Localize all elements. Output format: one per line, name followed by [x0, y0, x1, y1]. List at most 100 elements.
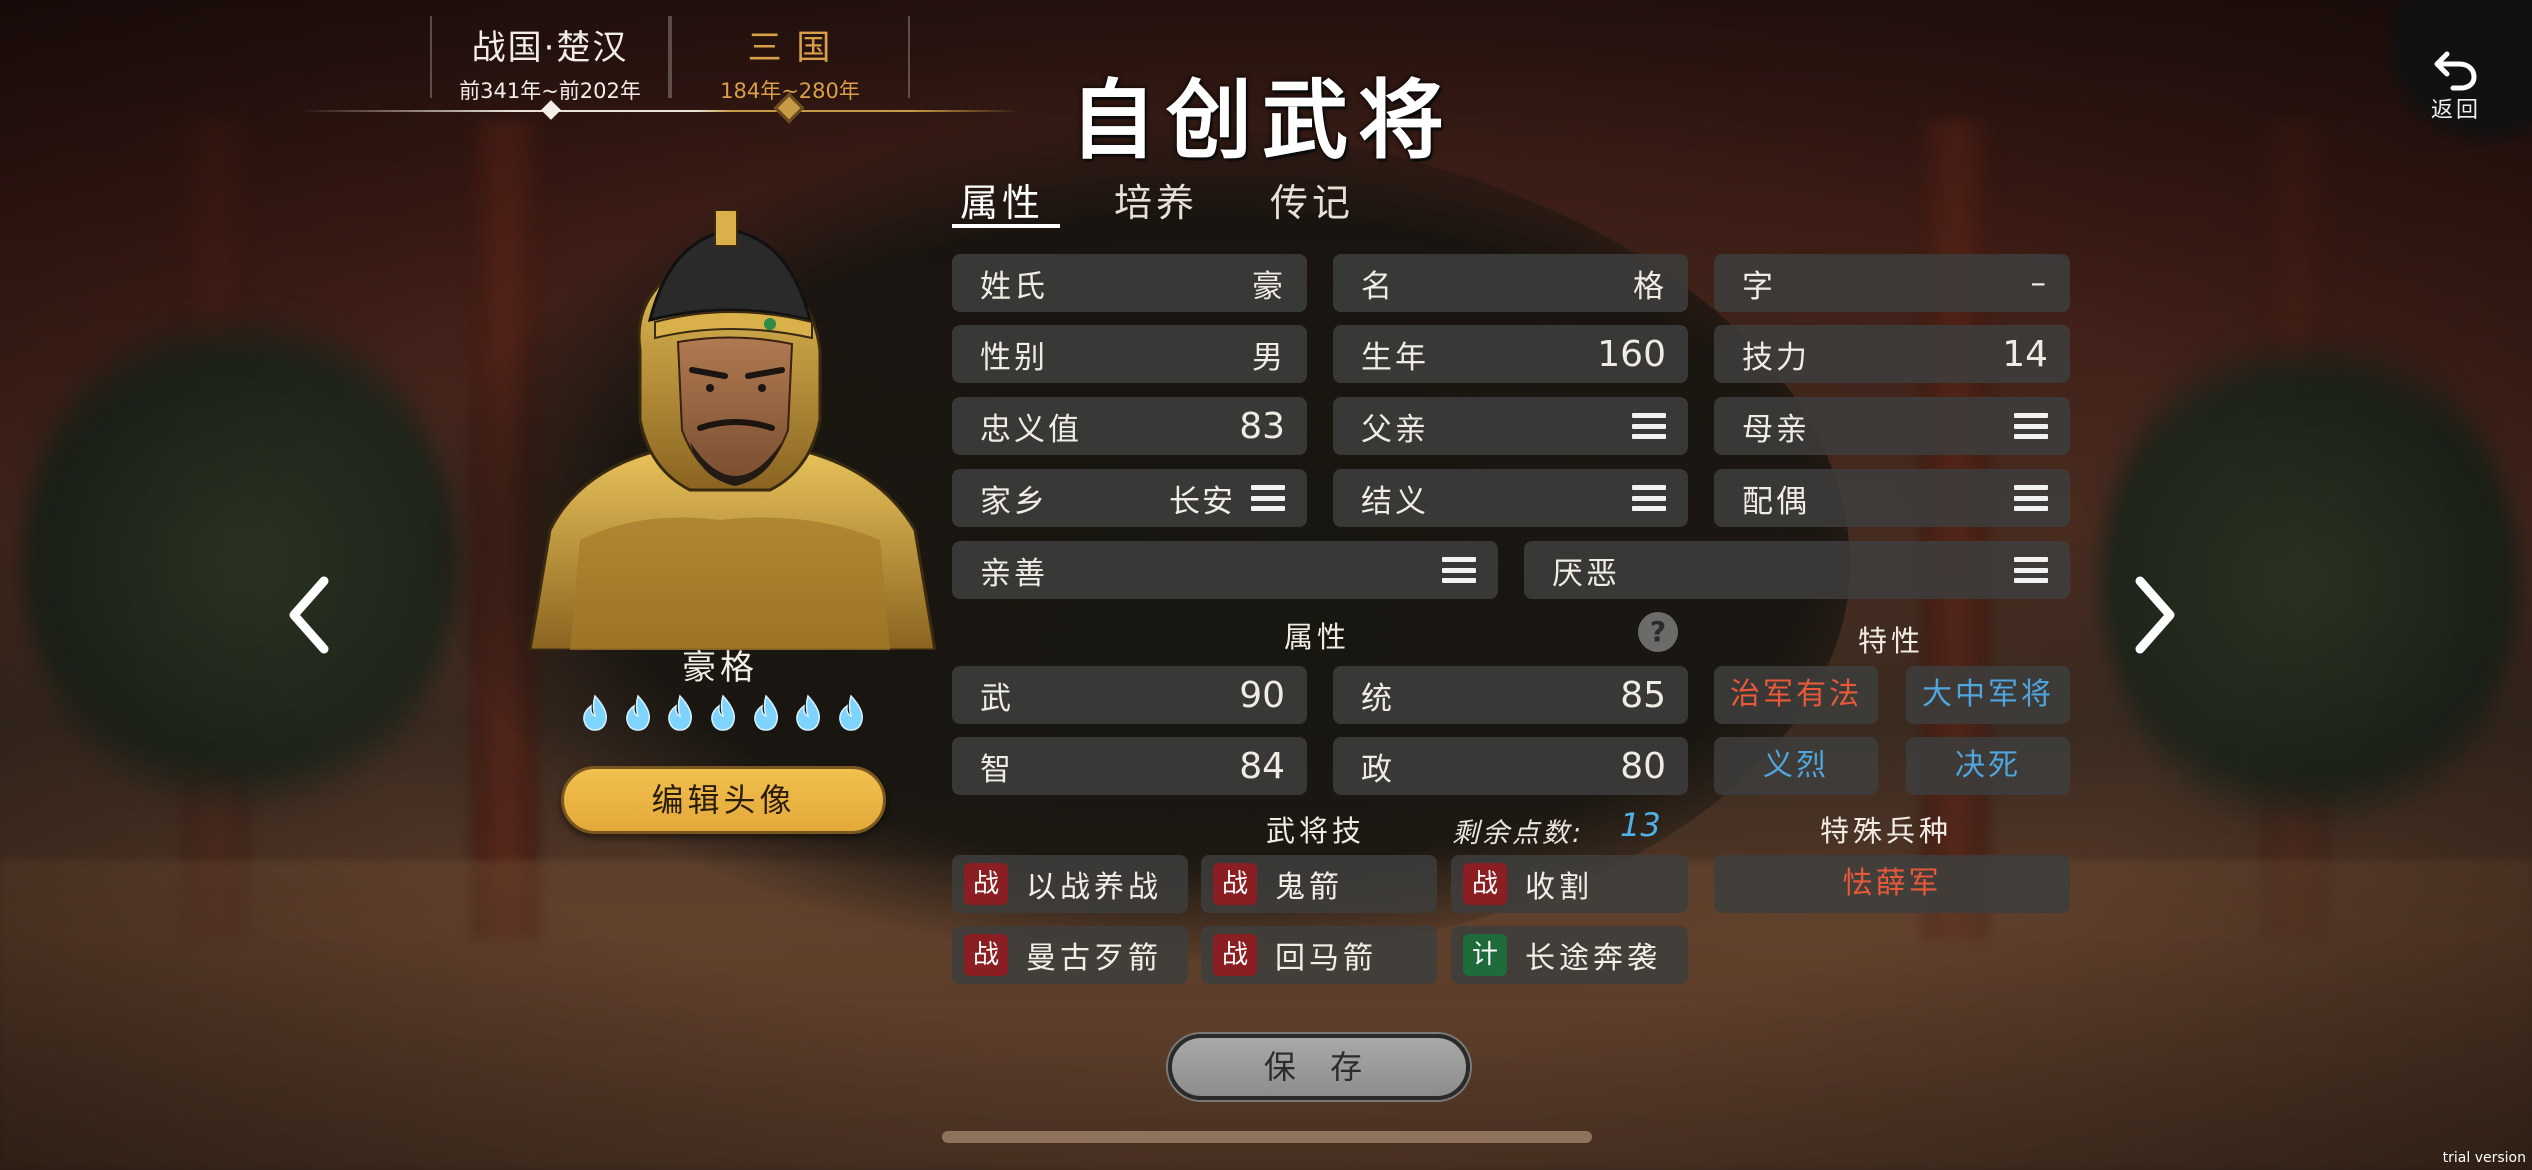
skill-name: 回马箭 [1275, 941, 1377, 976]
field-value: 格 [1633, 268, 1666, 305]
skill-item[interactable]: 战 回马箭 [1201, 926, 1437, 984]
skills-heading: 武将技 [1266, 814, 1366, 848]
surname-field[interactable]: 姓氏 豪 [952, 254, 1307, 312]
blue-flame-icon [796, 694, 821, 731]
trial-watermark: trial version [2442, 1150, 2526, 1166]
field-value: 80 [1620, 745, 1666, 787]
mother-field[interactable]: 母亲 [1714, 397, 2070, 455]
field-label: 统 [1361, 680, 1395, 717]
field-label: 亲善 [980, 555, 1048, 592]
sworn-sibling-field[interactable]: 结义 [1333, 469, 1688, 527]
back-button[interactable]: 返回 [2380, 0, 2532, 150]
field-value: 长安 [1169, 483, 1235, 520]
special-troop-value[interactable]: 怯薛军 [1714, 855, 2070, 913]
field-label: 武 [980, 680, 1014, 717]
father-field[interactable]: 父亲 [1333, 397, 1688, 455]
courtesy-name-field[interactable]: 字 – [1714, 254, 2070, 312]
skill-item[interactable]: 战 鬼箭 [1201, 855, 1437, 913]
special-troop-heading: 特殊兵种 [1820, 814, 1953, 848]
tab-biography[interactable]: 传记 [1270, 172, 1354, 227]
menu-icon[interactable] [1632, 413, 1666, 439]
era-name: 三 国 [747, 28, 833, 68]
politics-stat-field[interactable]: 政 80 [1333, 737, 1688, 795]
field-value: – [2030, 265, 2048, 301]
blue-flame-icon [753, 694, 778, 731]
next-arrow-icon[interactable] [2130, 575, 2180, 655]
field-label: 父亲 [1361, 411, 1429, 448]
trait-tag[interactable]: 义烈 [1714, 737, 1878, 795]
field-label: 生年 [1361, 339, 1429, 376]
active-tab-underline [952, 224, 1060, 228]
menu-icon[interactable] [2014, 413, 2048, 439]
tab-attributes[interactable]: 属性 [960, 172, 1044, 227]
leadership-stat-field[interactable]: 统 85 [1333, 666, 1688, 724]
menu-icon[interactable] [2014, 485, 2048, 511]
star-rating [578, 694, 868, 732]
battle-skill-badge: 战 [1463, 863, 1507, 905]
trait-tag[interactable]: 大中军将 [1906, 666, 2070, 724]
field-label: 智 [980, 751, 1014, 788]
traits-heading: 特性 [1858, 624, 1925, 658]
dislikes-field[interactable]: 厌恶 [1524, 541, 2070, 599]
loyalty-field[interactable]: 忠义值 83 [952, 397, 1307, 455]
remaining-points-value: 13 [1620, 806, 1661, 844]
skill-name: 以战养战 [1026, 870, 1162, 905]
field-value: 90 [1239, 674, 1285, 716]
skill-item[interactable]: 战 以战养战 [952, 855, 1188, 913]
battle-skill-badge: 战 [1213, 863, 1257, 905]
save-button[interactable]: 保 存 [1168, 1034, 1470, 1100]
blue-flame-icon [583, 694, 608, 731]
birth-year-field[interactable]: 生年 160 [1333, 325, 1688, 383]
hometown-field[interactable]: 家乡 长安 [952, 469, 1307, 527]
menu-icon[interactable] [1632, 485, 1666, 511]
trait-tag[interactable]: 决死 [1906, 737, 2070, 795]
skill-points-field[interactable]: 技力 14 [1714, 325, 2070, 383]
remaining-points-label: 剩余点数: [1452, 818, 1585, 849]
field-label: 配偶 [1742, 483, 1810, 520]
given-name-field[interactable]: 名 格 [1333, 254, 1688, 312]
field-value: 85 [1620, 674, 1666, 716]
field-label: 名 [1361, 268, 1395, 305]
gender-field[interactable]: 性别 男 [952, 325, 1307, 383]
skill-item[interactable]: 战 曼古歹箭 [952, 926, 1188, 984]
tab-training[interactable]: 培养 [1114, 172, 1198, 227]
skill-item[interactable]: 计 长途奔袭 [1451, 926, 1688, 984]
field-label: 性别 [980, 339, 1048, 376]
general-portrait-icon [528, 210, 937, 650]
back-label: 返回 [2430, 98, 2481, 123]
field-label: 家乡 [980, 483, 1048, 520]
likes-field[interactable]: 亲善 [952, 541, 1498, 599]
era-name: 战国·楚汉 [471, 28, 629, 68]
hero-name: 豪格 [682, 648, 758, 688]
field-value: 豪 [1252, 268, 1285, 305]
skill-name: 收割 [1525, 870, 1593, 905]
battle-skill-badge: 战 [1213, 934, 1257, 976]
battle-skill-badge: 战 [964, 863, 1008, 905]
war-stat-field[interactable]: 武 90 [952, 666, 1307, 724]
menu-icon[interactable] [2014, 557, 2048, 583]
previous-arrow-icon[interactable] [284, 575, 334, 655]
blue-flame-icon [668, 694, 693, 731]
field-label: 忠义值 [980, 411, 1082, 448]
skill-name: 曼古歹箭 [1026, 941, 1162, 976]
era-three-kingdoms[interactable]: 三 国 184年~280年 [670, 16, 910, 103]
edit-avatar-button[interactable]: 编辑头像 [561, 766, 886, 834]
home-indicator[interactable] [942, 1131, 1592, 1143]
skill-item[interactable]: 战 收割 [1451, 855, 1688, 913]
skill-name: 长途奔袭 [1525, 941, 1661, 976]
field-value: 84 [1239, 745, 1285, 787]
blue-flame-icon [711, 694, 735, 731]
era-timeline [300, 110, 1020, 112]
help-icon[interactable]: ? [1638, 612, 1678, 652]
era-warring-states[interactable]: 战国·楚汉 前341年~前202年 [430, 16, 670, 103]
blue-flame-icon [839, 694, 863, 731]
intelligence-stat-field[interactable]: 智 84 [952, 737, 1307, 795]
spouse-field[interactable]: 配偶 [1714, 469, 2070, 527]
field-label: 母亲 [1742, 411, 1810, 448]
battle-skill-badge: 战 [964, 934, 1008, 976]
trait-tag[interactable]: 治军有法 [1714, 666, 1878, 724]
field-label: 政 [1361, 751, 1395, 788]
skill-name: 鬼箭 [1275, 870, 1343, 905]
menu-icon[interactable] [1251, 485, 1285, 511]
menu-icon[interactable] [1442, 557, 1476, 583]
